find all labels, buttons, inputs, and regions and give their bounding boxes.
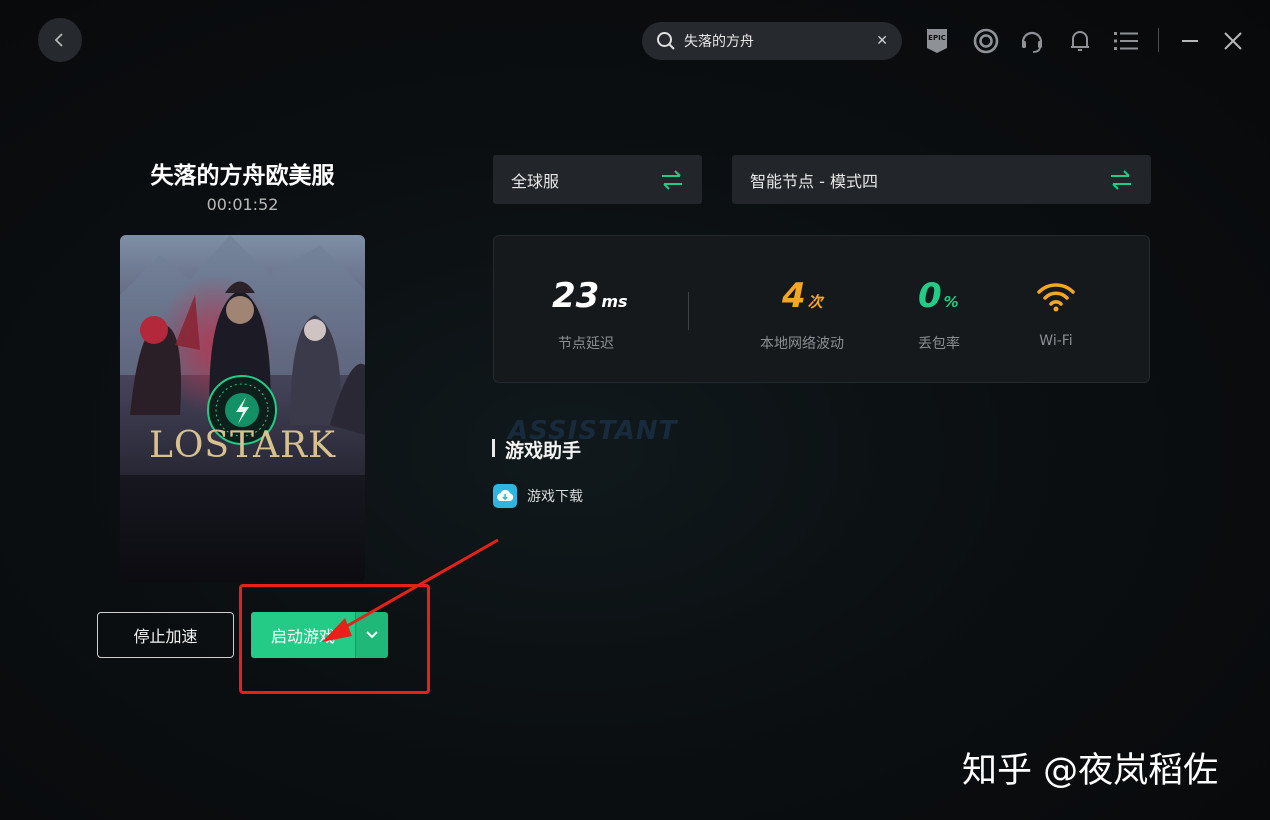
stats-divider bbox=[688, 292, 689, 330]
latency-stat: 23 ms bbox=[552, 276, 628, 316]
fluctuation-value: 4 bbox=[782, 276, 806, 316]
annotation-arrow bbox=[322, 538, 499, 642]
swap-icon bbox=[1111, 169, 1131, 190]
region-selector[interactable]: 全球服 bbox=[493, 155, 702, 204]
fluctuation-unit: 次 bbox=[807, 293, 823, 311]
fluctuation-label: 本地网络波动 bbox=[760, 336, 844, 352]
packet-loss-stat: 0% bbox=[918, 276, 959, 316]
game-download-link[interactable]: 游戏下载 bbox=[527, 486, 583, 506]
fluctuation-stat: 4次 bbox=[782, 276, 823, 316]
network-stats-panel: 23 ms 节点延迟 4次 本地网络波动 0% 丢包率 Wi-Fi bbox=[493, 235, 1150, 383]
node-label: 智能节点 - 模式四 bbox=[750, 171, 878, 191]
packet-loss-value: 0 bbox=[918, 276, 942, 316]
latency-label: 节点延迟 bbox=[558, 336, 614, 352]
wifi-icon bbox=[1036, 280, 1076, 316]
network-type-label: Wi-Fi bbox=[1039, 333, 1073, 349]
node-selector[interactable]: 智能节点 - 模式四 bbox=[732, 155, 1151, 204]
packet-loss-label: 丢包率 bbox=[918, 336, 960, 352]
latency-unit: ms bbox=[601, 292, 628, 311]
watermark-credit: 知乎 @夜岚稻佐 bbox=[962, 751, 1219, 791]
region-label: 全球服 bbox=[511, 171, 560, 191]
cloud-download-icon[interactable] bbox=[493, 484, 517, 508]
latency-value: 23 bbox=[552, 276, 600, 316]
swap-icon bbox=[662, 169, 682, 190]
packet-loss-unit: % bbox=[943, 293, 959, 311]
assistant-section-title: 游戏助手 bbox=[505, 440, 582, 462]
section-marker bbox=[492, 439, 495, 457]
